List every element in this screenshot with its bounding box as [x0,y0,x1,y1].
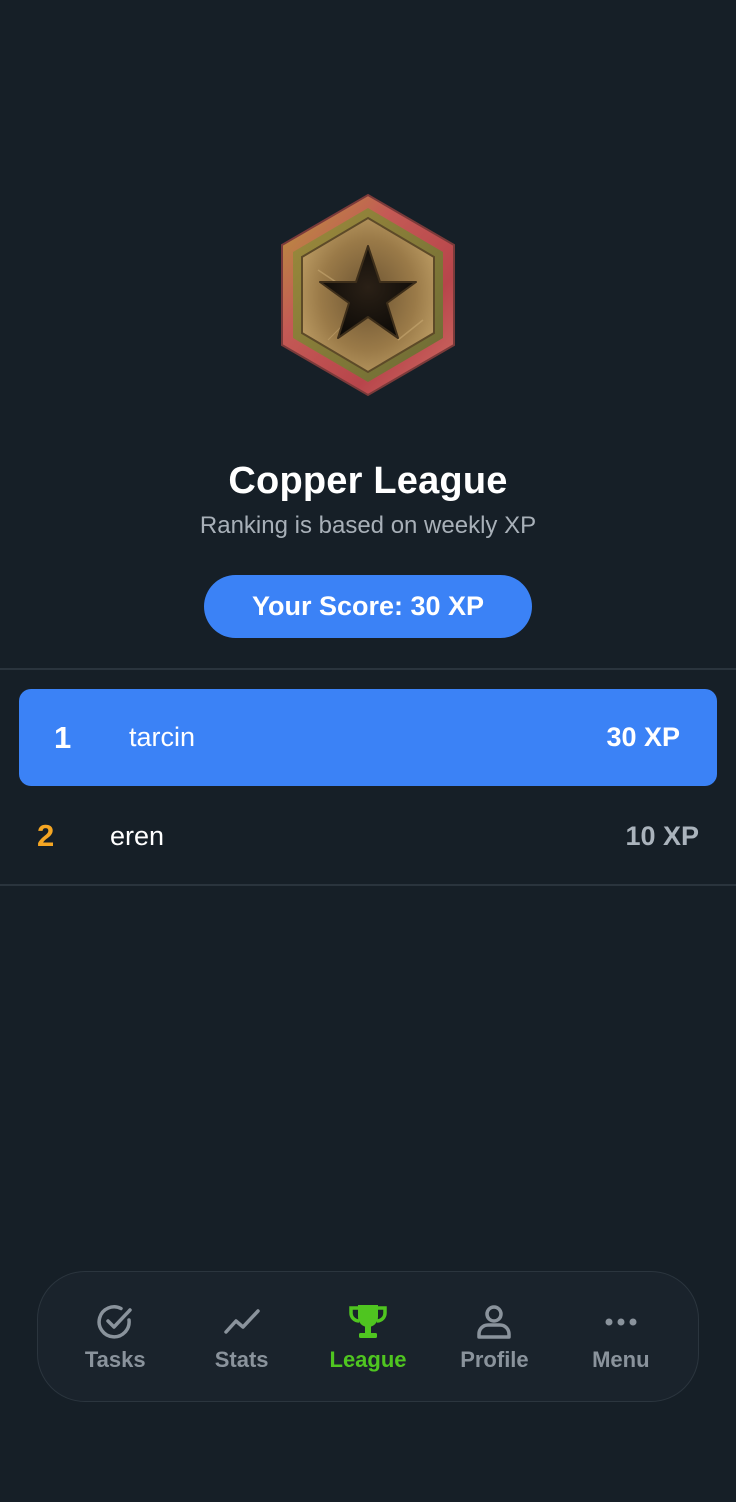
rank-number: 1 [54,719,72,755]
tab-label: Menu [592,1346,650,1372]
more-dots-icon [600,1301,642,1343]
divider [0,668,736,670]
tab-label: Profile [460,1346,529,1372]
tab-tasks[interactable]: Tasks [52,1287,178,1387]
tab-label: League [329,1346,407,1372]
league-badge-icon [268,190,468,400]
leaderboard-row[interactable]: 2 eren 10 XP [0,788,736,884]
divider [0,884,736,886]
user-name: eren [110,820,165,851]
tab-profile[interactable]: Profile [431,1287,557,1387]
rank-number: 2 [37,818,55,853]
your-score-badge: Your Score: 30 XP [204,575,532,638]
tab-stats[interactable]: Stats [178,1287,304,1387]
person-icon [473,1301,515,1343]
tab-label: Stats [214,1346,269,1372]
leaderboard-row-current-user[interactable]: 1 tarcin 30 XP [19,689,717,786]
trend-line-icon [221,1301,263,1343]
trophy-icon [347,1301,389,1343]
league-screen: Copper League Ranking is based on weekly… [0,0,736,1502]
user-name: tarcin [129,722,196,752]
tab-menu[interactable]: Menu [558,1287,684,1387]
user-xp: 30 XP [606,722,680,752]
league-subtitle: Ranking is based on weekly XP [199,512,537,539]
check-circle-icon [94,1301,136,1343]
bottom-tab-bar: Tasks Stats League Profile Menu [37,1271,699,1402]
tab-label: Tasks [84,1346,146,1372]
league-title: Copper League [228,460,508,502]
user-xp: 10 XP [625,820,699,851]
tab-league[interactable]: League [305,1287,431,1387]
